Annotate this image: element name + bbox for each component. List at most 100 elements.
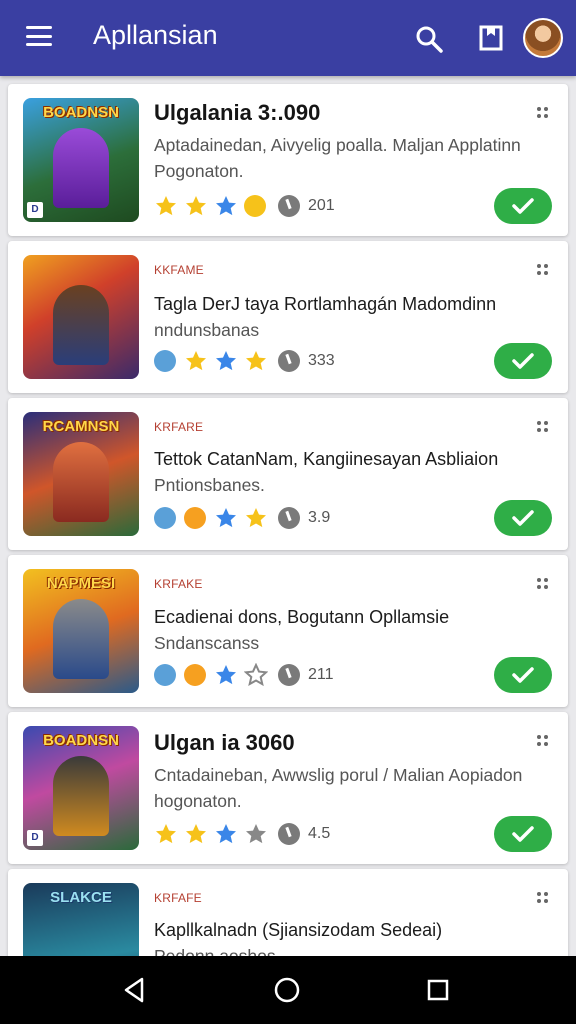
installed-check-button[interactable] bbox=[494, 657, 552, 693]
count-icon bbox=[278, 195, 300, 217]
review-count: 201 bbox=[308, 197, 335, 214]
star-icon bbox=[186, 824, 206, 844]
app-description: Pedonn aoshos bbox=[154, 946, 276, 956]
star-icon bbox=[216, 196, 236, 216]
app-title: Kapllkalnadn (Sjiansizodam Sedeai) bbox=[154, 920, 443, 940]
app-bar: Apllansian bbox=[0, 0, 576, 76]
app-title: Apllansian bbox=[93, 20, 218, 50]
list-item[interactable]: BOADNSN D Ulgan ia 3060 Cntadaineban, Aw… bbox=[8, 712, 568, 864]
emoji-icon bbox=[184, 507, 206, 529]
star-outline-icon bbox=[244, 663, 268, 687]
category-label: KRFAKE bbox=[154, 577, 203, 591]
star-icon bbox=[246, 824, 266, 844]
app-title: Tagla DerJ taya Rortlamhagán Madomdinn bbox=[154, 294, 497, 314]
thumbnail-character bbox=[53, 285, 109, 365]
app-description: nndunsbanas bbox=[154, 320, 260, 340]
list-item[interactable]: KKFAME Tagla DerJ taya Rortlamhagán Mado… bbox=[8, 241, 568, 393]
installed-check-button[interactable] bbox=[494, 500, 552, 536]
app-title: Ulgalania 3:.090 bbox=[154, 100, 321, 125]
system-nav-bar bbox=[0, 956, 576, 1024]
review-count: 333 bbox=[308, 352, 335, 369]
thumbnail-title: SLAKCE bbox=[50, 889, 112, 906]
installed-check-button[interactable] bbox=[494, 343, 552, 379]
app-thumbnail: RCAMNSN bbox=[23, 412, 139, 536]
emoji-icon bbox=[184, 664, 206, 686]
star-icon bbox=[216, 824, 236, 844]
list-item[interactable]: NAPMESI KRFAKE Ecadienai dons, Bogutann … bbox=[8, 555, 568, 707]
thumbnail-character bbox=[53, 442, 109, 522]
emoji-icon bbox=[154, 664, 176, 686]
category-label: KRFARE bbox=[154, 420, 204, 434]
more-dots-icon[interactable] bbox=[536, 106, 550, 120]
thumbnail-badge: D bbox=[27, 202, 43, 218]
count-icon bbox=[278, 664, 300, 686]
hamburger-icon[interactable] bbox=[26, 26, 52, 46]
check-icon bbox=[512, 510, 534, 526]
rating-row: 3.9 bbox=[154, 506, 330, 530]
installed-check-button[interactable] bbox=[494, 188, 552, 224]
thumbnail-title: BOADNSN bbox=[43, 732, 119, 749]
app-thumbnail: SLAKCE bbox=[23, 883, 139, 956]
app-list: BOADNSN D Ulgalania 3:.090 Aptadainedan,… bbox=[0, 76, 576, 956]
review-count: 4.5 bbox=[308, 825, 331, 842]
star-icon bbox=[156, 824, 176, 844]
check-icon bbox=[512, 353, 534, 369]
thumbnail-title: RCAMNSN bbox=[42, 418, 120, 435]
star-icon bbox=[156, 196, 176, 216]
recents-icon[interactable] bbox=[426, 978, 450, 1002]
star-icon bbox=[186, 351, 206, 371]
home-icon[interactable] bbox=[273, 976, 301, 1004]
app-description: Pntionsbanes. bbox=[154, 475, 265, 495]
thumbnail-title: NAPMESI bbox=[46, 575, 116, 592]
review-count: 3.9 bbox=[308, 509, 331, 526]
app-thumbnail: NAPMESI bbox=[23, 569, 139, 693]
list-item[interactable]: SLAKCE KRFAFE Kapllkalnadn (Sjiansizodam… bbox=[8, 869, 568, 956]
app-title: Ecadienai dons, Bogutann Opllamsie bbox=[154, 607, 450, 627]
check-icon bbox=[512, 198, 534, 214]
thumbnail-badge: D bbox=[27, 830, 43, 846]
list-item[interactable]: RCAMNSN KRFARE Tettok CatanNam, Kangiine… bbox=[8, 398, 568, 550]
rating-row: 4.5 bbox=[154, 822, 330, 846]
emoji-icon bbox=[244, 195, 266, 217]
star-icon bbox=[216, 351, 236, 371]
star-icon bbox=[246, 508, 266, 528]
list-item[interactable]: BOADNSN D Ulgalania 3:.090 Aptadainedan,… bbox=[8, 84, 568, 236]
check-icon bbox=[512, 826, 534, 842]
app-thumbnail: BOADNSN D bbox=[23, 98, 139, 222]
rating-row: 211 bbox=[154, 663, 334, 687]
review-count: 211 bbox=[308, 666, 334, 683]
star-icon bbox=[216, 508, 236, 528]
more-dots-icon[interactable] bbox=[536, 263, 550, 277]
more-dots-icon[interactable] bbox=[536, 734, 550, 748]
thumbnail-title: BOADNSN bbox=[43, 104, 119, 121]
count-icon bbox=[278, 350, 300, 372]
star-icon bbox=[186, 196, 206, 216]
search-icon[interactable] bbox=[414, 24, 444, 54]
emoji-icon bbox=[154, 507, 176, 529]
avatar[interactable] bbox=[523, 18, 563, 58]
more-dots-icon[interactable] bbox=[536, 577, 550, 591]
count-icon bbox=[278, 507, 300, 529]
category-label: KRFAFE bbox=[154, 891, 202, 905]
rating-row: 201 bbox=[154, 194, 335, 218]
bookmark-icon[interactable] bbox=[478, 24, 504, 52]
rating-row: 333 bbox=[154, 349, 335, 373]
thumbnail-character bbox=[53, 599, 109, 679]
back-icon[interactable] bbox=[122, 976, 148, 1004]
app-title: Ulgan ia 3060 bbox=[154, 730, 295, 755]
emoji-icon bbox=[154, 350, 176, 372]
thumbnail-character bbox=[53, 128, 109, 208]
app-description: Sndanscanss bbox=[154, 633, 260, 653]
more-dots-icon[interactable] bbox=[536, 891, 550, 905]
thumbnail-character bbox=[53, 756, 109, 836]
app-thumbnail: BOADNSN D bbox=[23, 726, 139, 850]
check-icon bbox=[512, 667, 534, 683]
count-icon bbox=[278, 823, 300, 845]
installed-check-button[interactable] bbox=[494, 816, 552, 852]
app-description: Aptadainedan, Aivyelig poalla. Maljan Ap… bbox=[154, 135, 521, 181]
app-thumbnail bbox=[23, 255, 139, 379]
app-title: Tettok CatanNam, Kangiinesayan Asbliaion bbox=[154, 449, 499, 469]
more-dots-icon[interactable] bbox=[536, 420, 550, 434]
category-label: KKFAME bbox=[154, 263, 204, 277]
star-icon bbox=[216, 665, 236, 685]
